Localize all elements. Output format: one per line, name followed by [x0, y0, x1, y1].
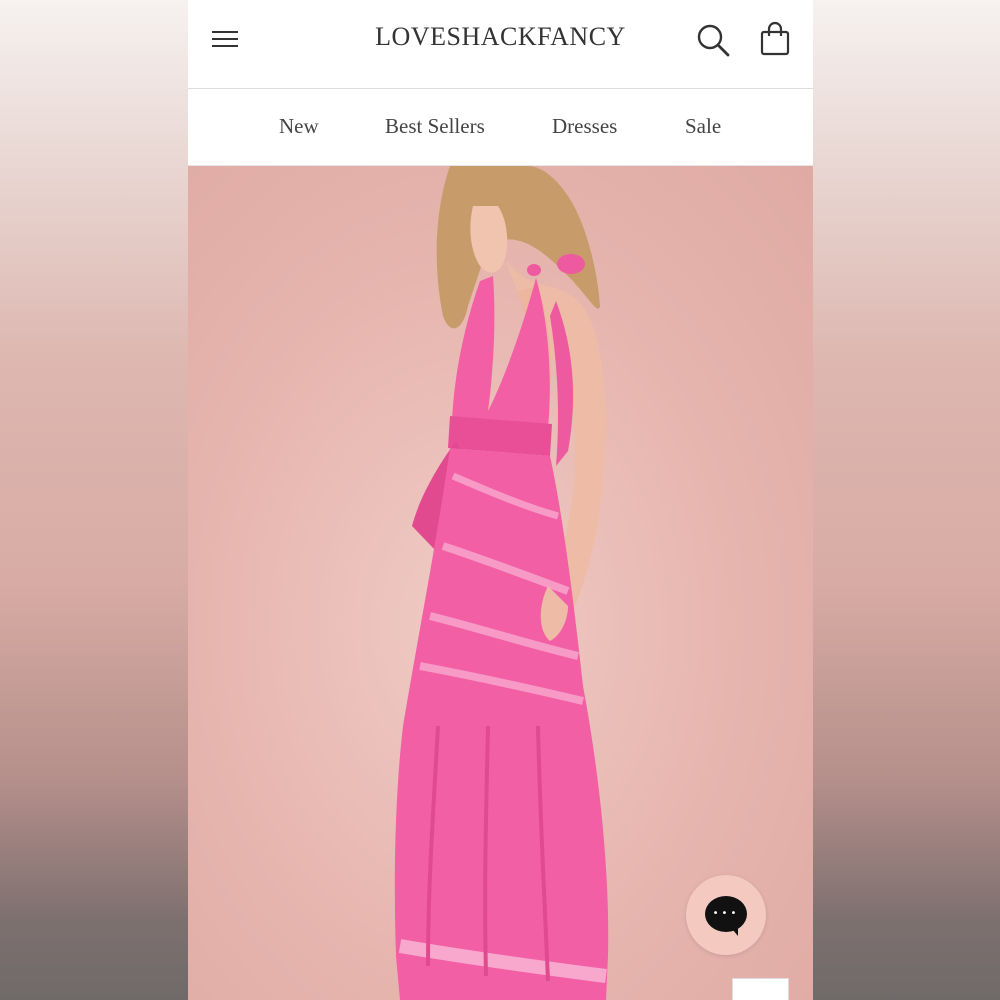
category-nav: New Best Sellers Dresses Sale	[188, 89, 813, 166]
search-icon[interactable]	[695, 22, 731, 58]
nav-item-new[interactable]: New	[279, 114, 319, 139]
nav-item-dresses[interactable]: Dresses	[552, 114, 617, 139]
hero-product-image[interactable]: •••	[188, 166, 813, 1000]
menu-icon[interactable]	[212, 26, 238, 52]
nav-item-sale[interactable]: Sale	[685, 114, 721, 139]
chat-bubble-tail	[728, 924, 738, 936]
corner-widget[interactable]	[732, 978, 789, 1000]
chat-bubble-icon: •••	[705, 896, 747, 932]
phone-screen: LOVESHACKFANCY New Best Sellers Dresses …	[188, 0, 813, 1000]
brand-logo[interactable]: LOVESHACKFANCY	[308, 22, 693, 52]
nav-item-best-sellers[interactable]: Best Sellers	[385, 114, 485, 139]
site-header: LOVESHACKFANCY	[188, 0, 813, 89]
shopping-bag-icon[interactable]	[758, 20, 792, 58]
chat-button[interactable]: •••	[686, 875, 766, 955]
